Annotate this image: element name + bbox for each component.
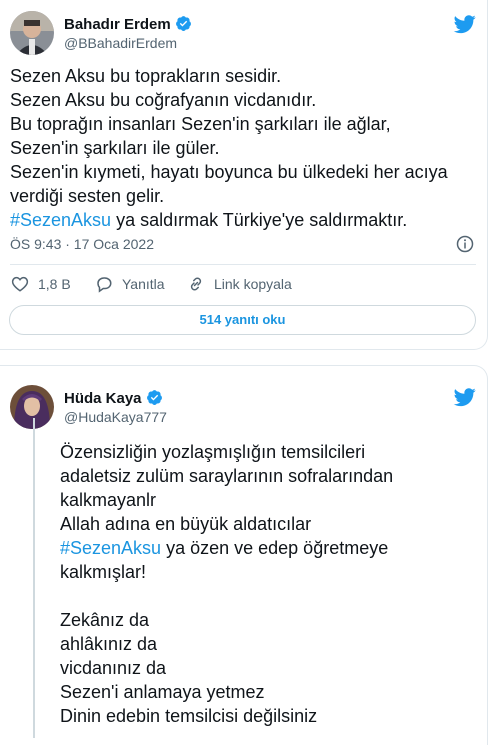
tweet-line: kalkmışlar! — [60, 562, 147, 582]
reply-icon — [97, 277, 112, 293]
hashtag-link[interactable]: #SezenAksu — [10, 210, 111, 230]
tweet-line: Allah adına en büyük aldatıcılar — [60, 514, 312, 534]
tweet-line: Sezen Aksu bu toprakların sesidir. — [10, 66, 282, 86]
tweet-line: Sezen'i anlamaya yetmez — [60, 682, 265, 702]
thread-line — [33, 418, 35, 738]
tweet-line: vicdanınız da — [60, 658, 167, 678]
author-name-text[interactable]: Bahadır Erdem — [64, 16, 171, 33]
heart-icon — [11, 276, 29, 292]
avatar[interactable] — [10, 385, 54, 429]
tweet-line-rest: ya özen ve edep öğretmeye — [161, 538, 389, 558]
tweet-line: Sezen'in kıymeti, hayatı boyunca bu ülke… — [10, 162, 448, 182]
author-name[interactable]: Hüda Kaya — [64, 389, 163, 410]
tweet-line: Sezen Aksu bu coğrafyanın vicdanıdır. — [10, 90, 317, 110]
author-name[interactable]: Bahadır Erdem — [64, 15, 192, 36]
twitter-bird-icon[interactable] — [453, 386, 477, 408]
tweet-line: Sezen'in şarkıları ile güler. — [10, 138, 220, 158]
tweet-timestamp[interactable]: ÖS 9:43 · 17 Oca 2022 — [10, 236, 154, 252]
tweet-line-rest: ya saldırmak Türkiye'ye saldırmaktır. — [111, 210, 408, 230]
verified-badge-icon — [146, 389, 163, 410]
author-handle[interactable]: @BBahadirErdem — [64, 35, 177, 51]
verified-badge-icon — [175, 15, 192, 36]
reply-label: Yanıtla — [122, 276, 165, 292]
tweet-text: Sezen Aksu bu toprakların sesidir. Sezen… — [10, 64, 480, 232]
tweet-line: verdiği sesten gelir. — [10, 186, 165, 206]
tweet-line: adaletsiz zulüm saraylarının sofralarınd… — [60, 466, 394, 486]
tweet-text: Özensizliğin yozlaşmışlığın temsilcileri… — [60, 440, 480, 728]
reply-button[interactable]: Yanıtla — [94, 275, 165, 293]
tweet-line: Bu toprağın insanları Sezen'in şarkıları… — [10, 114, 391, 134]
tweet-line: Özensizliğin yozlaşmışlığın temsilcileri — [60, 442, 366, 462]
divider — [10, 264, 476, 265]
like-button[interactable]: 1,8 B — [10, 275, 71, 293]
link-icon — [190, 277, 202, 291]
info-icon[interactable] — [456, 235, 474, 253]
tweet-line: kalkmayanlr — [60, 490, 157, 510]
tweet-line: #SezenAksu ya saldırmak Türkiye'ye saldı… — [10, 208, 480, 232]
tweet-line: Zekânız da — [60, 610, 150, 630]
read-replies-button[interactable]: 514 yanıtı oku — [9, 305, 476, 335]
like-count: 1,8 B — [38, 276, 71, 292]
hashtag-link[interactable]: #SezenAksu — [60, 538, 161, 558]
author-handle[interactable]: @HudaKaya777 — [64, 409, 167, 425]
author-name-text[interactable]: Hüda Kaya — [64, 390, 142, 407]
copy-link-button[interactable]: Link kopyala — [186, 275, 292, 293]
copy-link-label: Link kopyala — [214, 276, 292, 292]
tweet-line: #SezenAksu ya özen ve edep öğretmeye — [60, 536, 480, 560]
tweet-line: ahlâkınız da — [60, 634, 158, 654]
tweet-card-1: Bahadır Erdem @BBahadirErdem Sezen Aksu … — [0, 0, 488, 350]
avatar[interactable] — [10, 11, 54, 55]
twitter-bird-icon[interactable] — [453, 13, 477, 35]
tweet-line: Dinin edebin temsilcisi değilsiniz — [60, 706, 318, 726]
